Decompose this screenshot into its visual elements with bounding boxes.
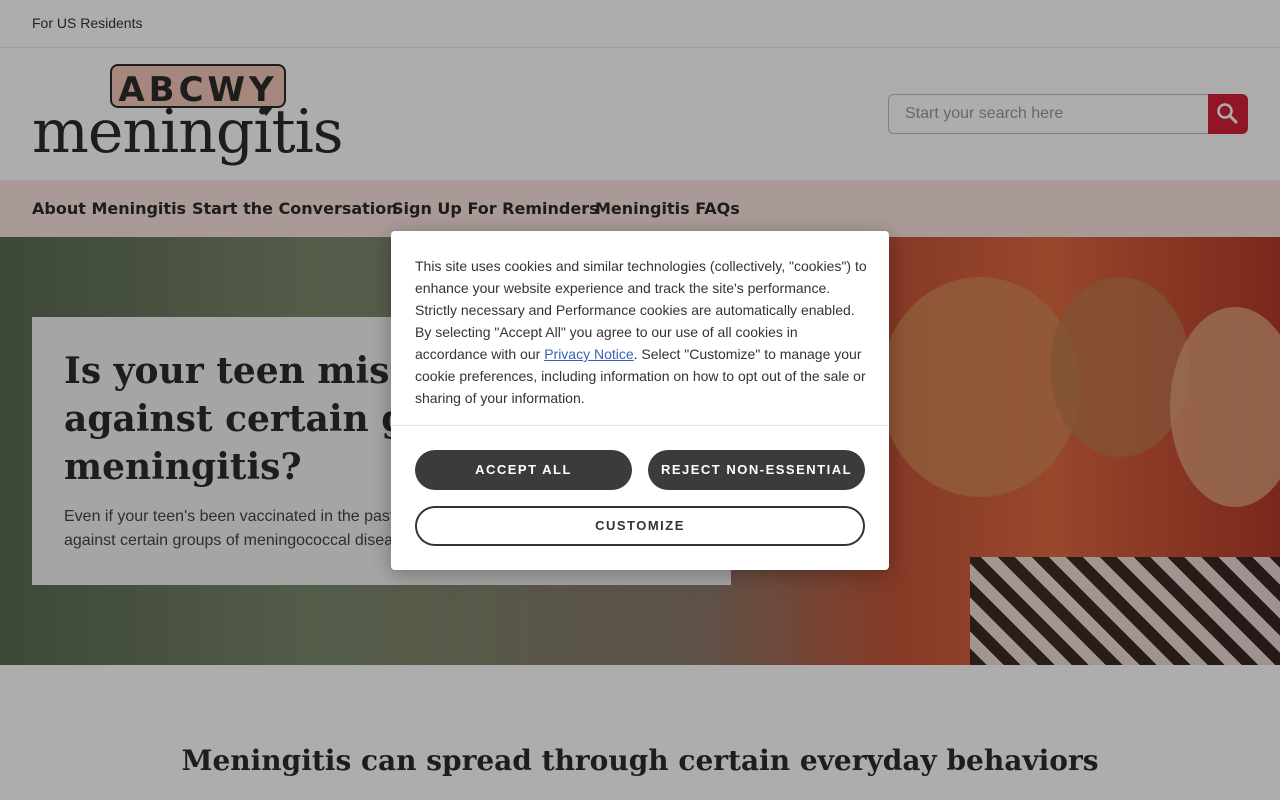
cookie-message: This site uses cookies and similar techn… [415,255,867,409]
customize-button[interactable]: CUSTOMIZE [415,506,865,546]
reject-non-essential-button[interactable]: REJECT NON-ESSENTIAL [648,450,865,490]
accept-all-button[interactable]: ACCEPT ALL [415,450,632,490]
privacy-notice-link[interactable]: Privacy Notice [544,346,633,362]
cookie-consent-dialog: This site uses cookies and similar techn… [391,231,889,570]
divider [391,425,889,426]
